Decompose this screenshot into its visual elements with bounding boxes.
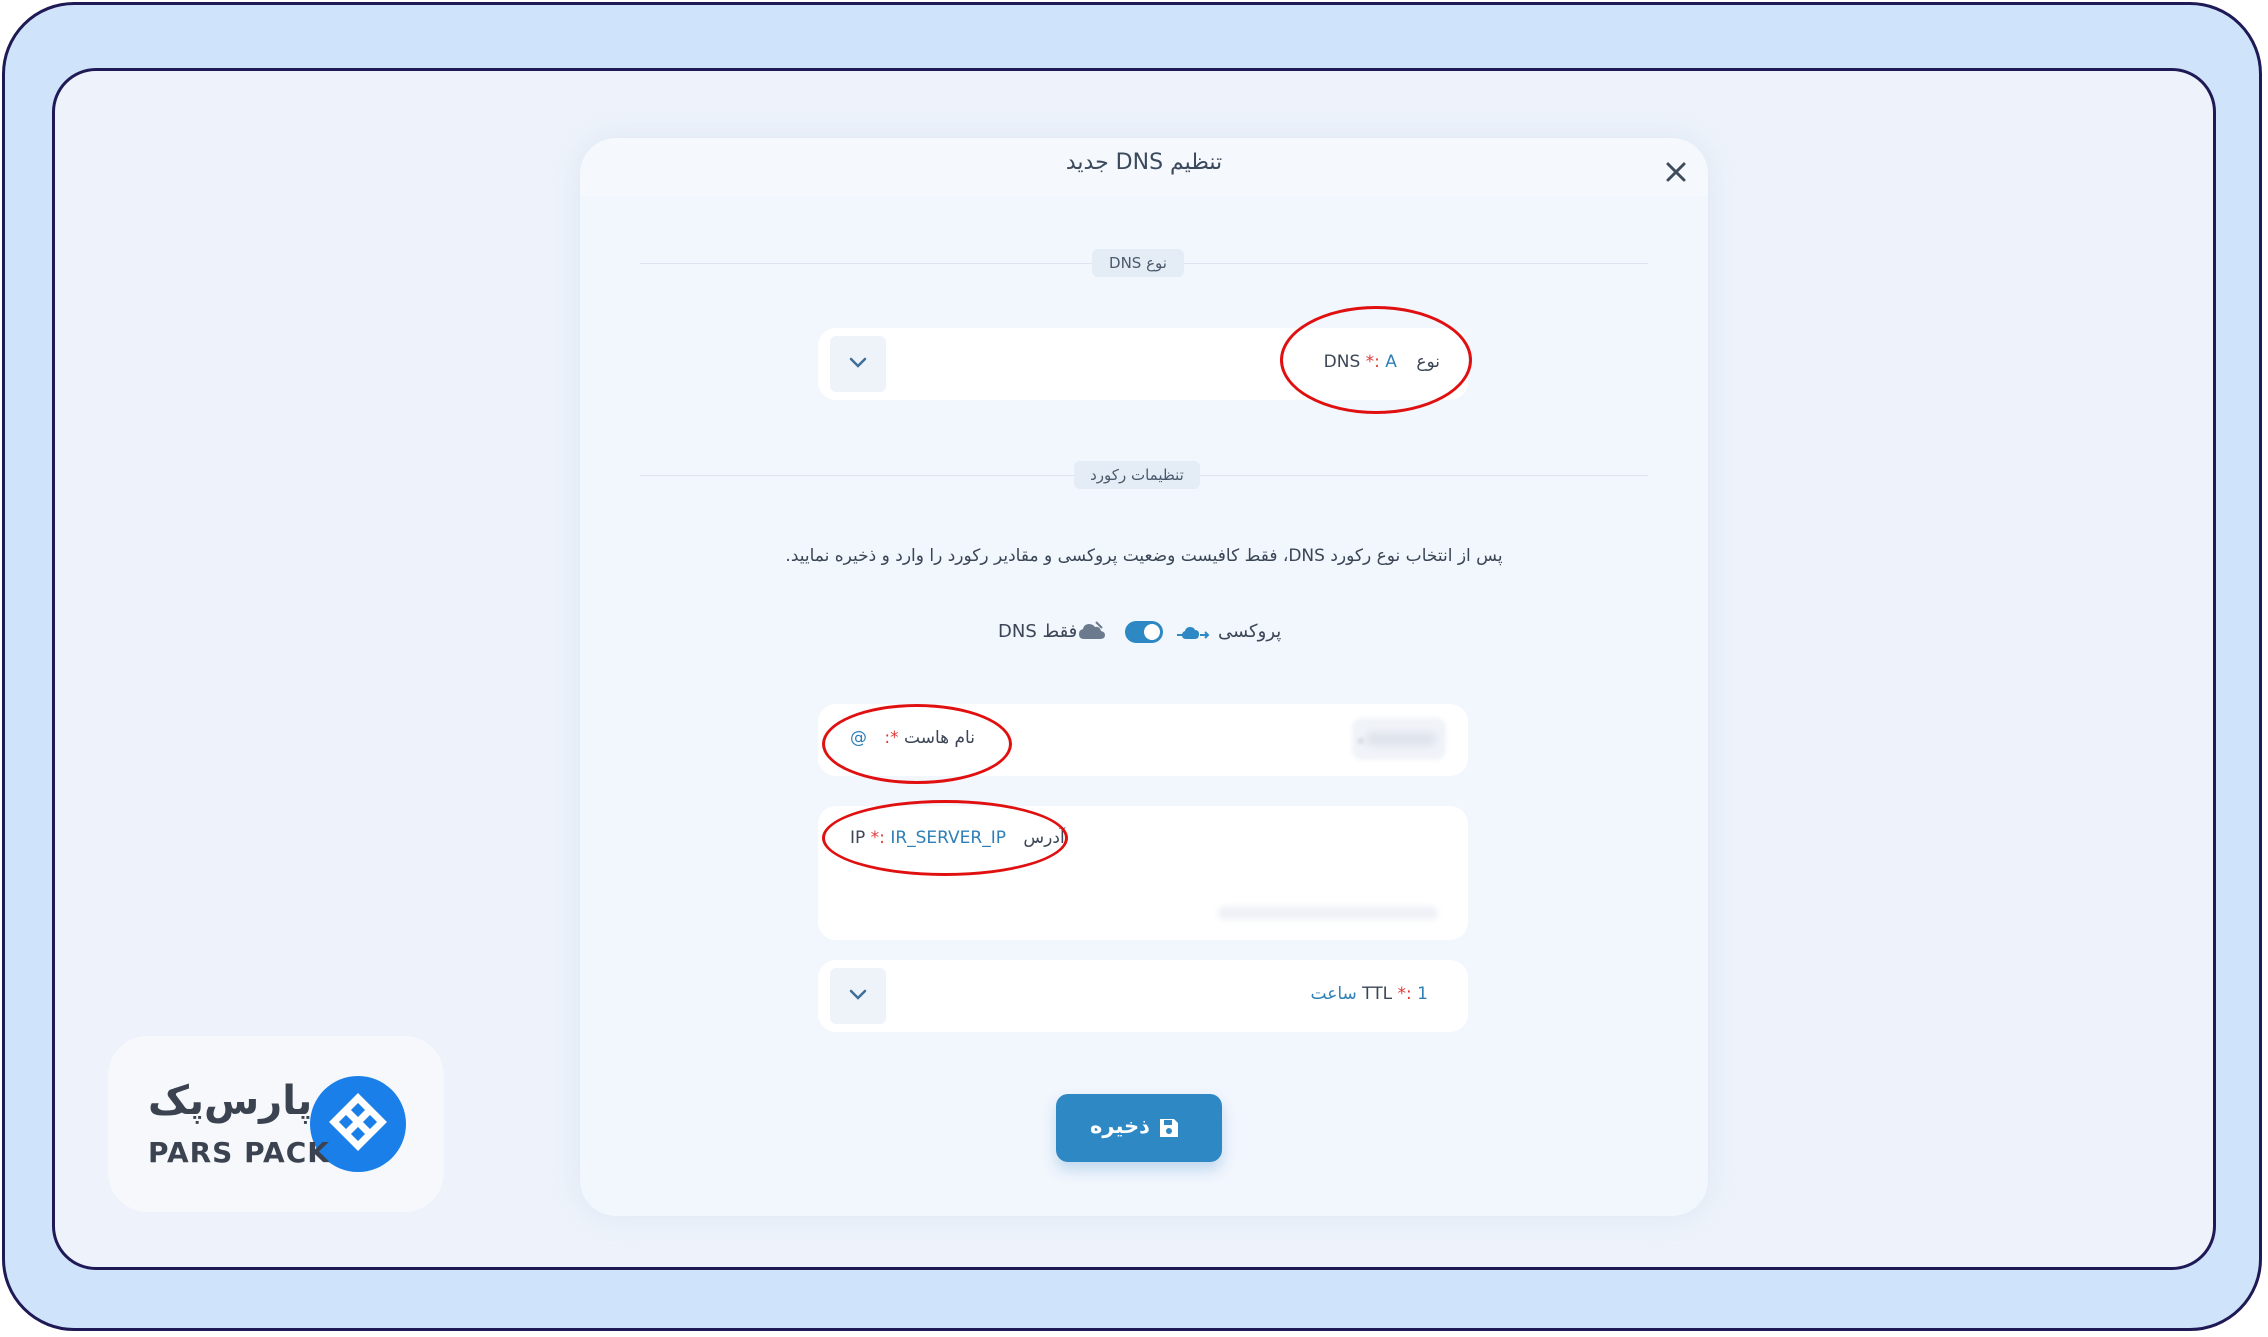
domain-suffix: .: [1352, 718, 1446, 760]
modal-header: تنظیم DNS جدید: [580, 138, 1708, 196]
dns-only-label: فقط DNS: [998, 621, 1078, 642]
brand-logo-card: پارس‌پک PARS PACK: [108, 1036, 444, 1212]
dns-settings-modal: تنظیم DNS جدید نوع DNS نوع DNS *: A تنظی…: [580, 138, 1708, 1216]
proxy-toggle[interactable]: [1125, 621, 1163, 643]
ttl-label: TTL: [1362, 984, 1393, 1004]
chevron-down-icon[interactable]: [830, 968, 886, 1024]
highlight-circle: [822, 800, 1068, 876]
info-text: پس از انتخاب نوع رکورد DNS، فقط کافیست و…: [785, 546, 1503, 566]
proxy-toggle-row: فقط DNS پروکسی: [580, 618, 1708, 648]
cloud-proxy-icon: [1176, 622, 1210, 646]
save-label: ذخیره: [1090, 1114, 1150, 1138]
required-mark: *:: [1397, 984, 1412, 1004]
highlight-circle: [822, 704, 1012, 784]
save-icon: [1158, 1117, 1180, 1143]
ttl-select[interactable]: TTL *: 1 ساعت: [818, 960, 1468, 1032]
brand-name-fa: پارس‌پک: [148, 1078, 313, 1124]
proxy-label: پروکسی: [1218, 621, 1282, 642]
close-icon[interactable]: [1662, 158, 1690, 186]
save-button[interactable]: ذخیره: [1056, 1094, 1222, 1162]
section-badge-record-settings: تنظیمات رکورد: [1074, 461, 1200, 489]
ttl-field: TTL *: 1 ساعت: [1311, 984, 1441, 1004]
section-badge-dns-type: نوع DNS: [1092, 249, 1184, 277]
modal-title: تنظیم DNS جدید: [1065, 150, 1223, 175]
brand-name-en: PARS PACK: [148, 1136, 330, 1169]
blurred-hint: [1218, 906, 1438, 920]
highlight-circle: [1280, 306, 1472, 414]
chevron-down-icon[interactable]: [830, 336, 886, 392]
cloud-off-icon: [1078, 620, 1106, 646]
